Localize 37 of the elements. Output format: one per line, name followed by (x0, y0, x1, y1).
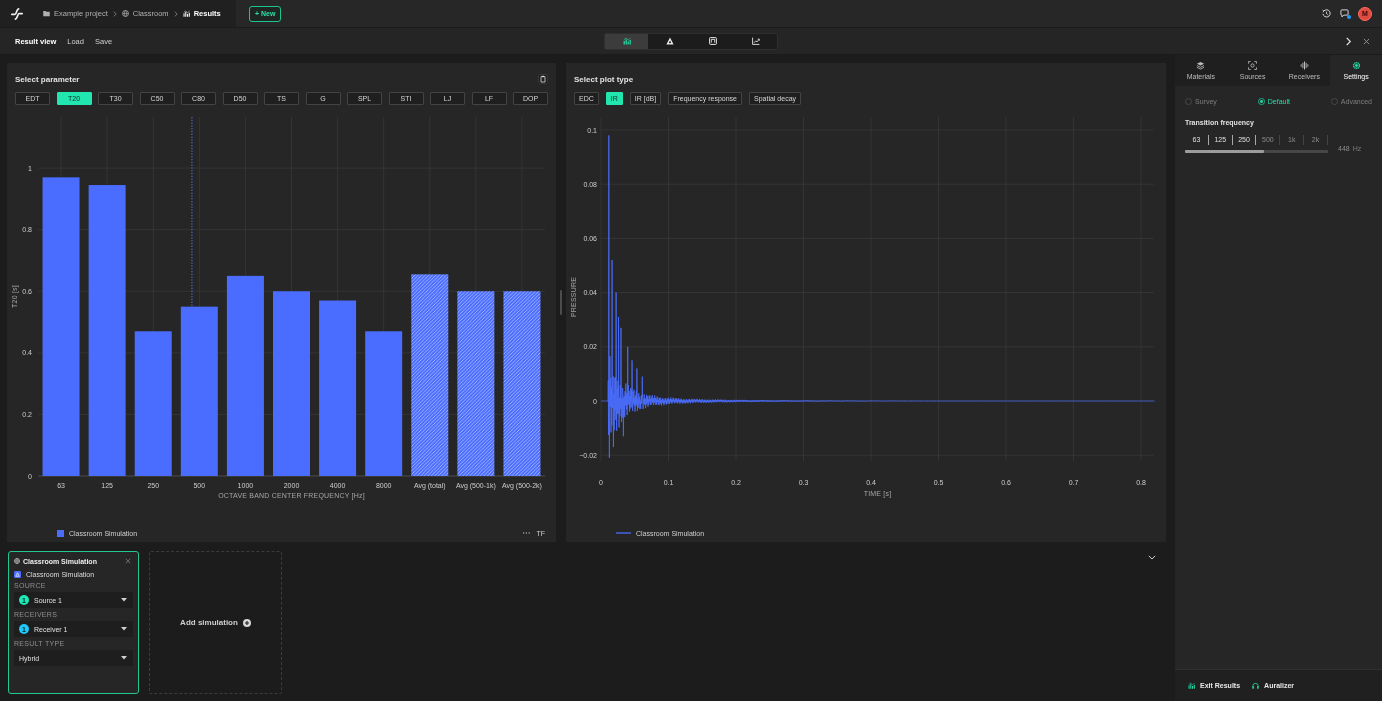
logo-icon[interactable] (10, 7, 23, 20)
slider-track[interactable] (1185, 150, 1328, 153)
chat-icon[interactable] (1340, 9, 1349, 18)
sound-wave-icon (1299, 61, 1309, 70)
caret-icon (121, 656, 127, 660)
headphones-icon (1252, 682, 1260, 689)
plus-circle-icon (242, 618, 251, 627)
caret-icon (121, 598, 127, 602)
triangle-tile-icon (14, 570, 21, 578)
gear-icon (1351, 61, 1361, 70)
close-icon[interactable] (125, 558, 131, 564)
bar-chart-icon (182, 10, 190, 17)
folder-icon (43, 10, 50, 17)
bar-chart-icon (622, 37, 631, 45)
chevron-right-icon (112, 10, 117, 17)
layers-icon (1196, 61, 1206, 70)
caret-icon (121, 627, 127, 631)
chevron-right-icon (173, 10, 178, 17)
panel-title: Select parameter (15, 74, 80, 84)
pyramid-icon (665, 37, 674, 45)
line-chart-icon (751, 37, 760, 45)
view-switch-button[interactable] (605, 33, 648, 49)
target-icon (1248, 61, 1258, 70)
line-swatch-icon (616, 532, 631, 534)
panel-title: Select plot type (574, 74, 634, 84)
history-icon[interactable] (1322, 9, 1331, 18)
bar-chart-icon (1188, 682, 1195, 689)
framed-square-icon (708, 37, 717, 45)
globe-icon (14, 558, 20, 564)
globe-icon (121, 10, 129, 17)
chevron-down-icon[interactable] (1148, 555, 1156, 560)
resize-handle[interactable] (560, 290, 562, 315)
close-icon[interactable] (1363, 37, 1370, 45)
chevron-right-icon[interactable] (1344, 36, 1353, 46)
clipboard-icon[interactable] (538, 74, 548, 84)
add-simulation-button[interactable]: Add simulation (149, 551, 282, 694)
dotted-line-icon (523, 532, 532, 534)
